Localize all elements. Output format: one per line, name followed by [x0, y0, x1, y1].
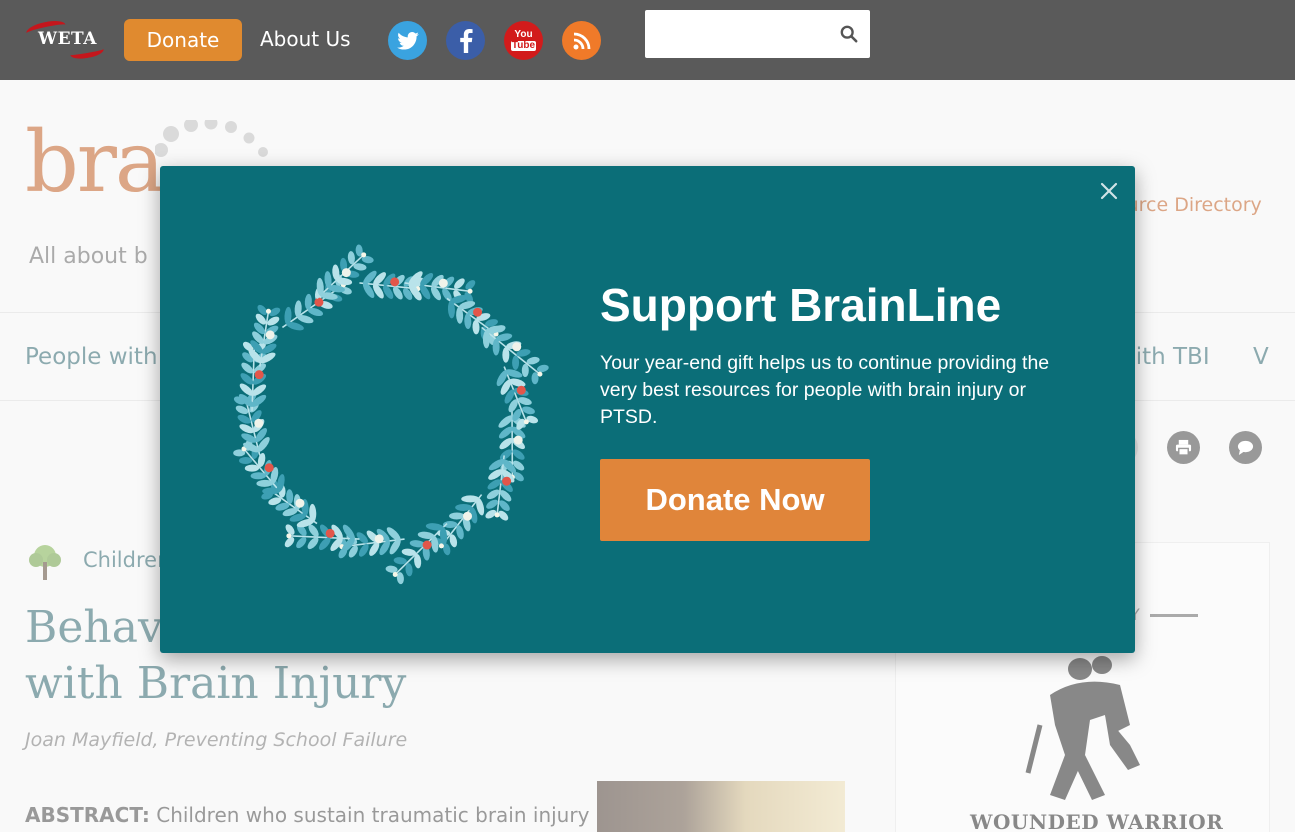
top-bar: WETA Donate About Us You Tube	[0, 0, 1295, 80]
donate-button[interactable]: Donate	[124, 19, 242, 61]
rss-icon[interactable]	[562, 21, 601, 60]
donate-now-button[interactable]: Donate Now	[600, 459, 870, 541]
youtube-icon-tube: Tube	[510, 40, 537, 51]
search-input[interactable]	[645, 10, 825, 56]
about-us-link[interactable]: About Us	[260, 27, 351, 51]
weta-logo[interactable]: WETA	[22, 17, 106, 61]
weta-logo-text: WETA	[38, 29, 97, 49]
youtube-icon-you: You	[514, 29, 533, 40]
modal-body-text: Your year-end gift helps us to continue …	[600, 352, 1050, 428]
holiday-wreath-icon	[233, 244, 549, 585]
facebook-icon[interactable]	[446, 21, 485, 60]
search-box	[645, 10, 870, 58]
donation-modal: Support BrainLine Your year-end gift hel…	[160, 166, 1135, 653]
youtube-icon[interactable]: You Tube	[504, 21, 543, 60]
close-icon[interactable]	[1096, 178, 1122, 204]
modal-title: Support BrainLine	[600, 279, 1002, 331]
twitter-icon[interactable]	[388, 21, 427, 60]
search-icon[interactable]	[840, 25, 858, 43]
